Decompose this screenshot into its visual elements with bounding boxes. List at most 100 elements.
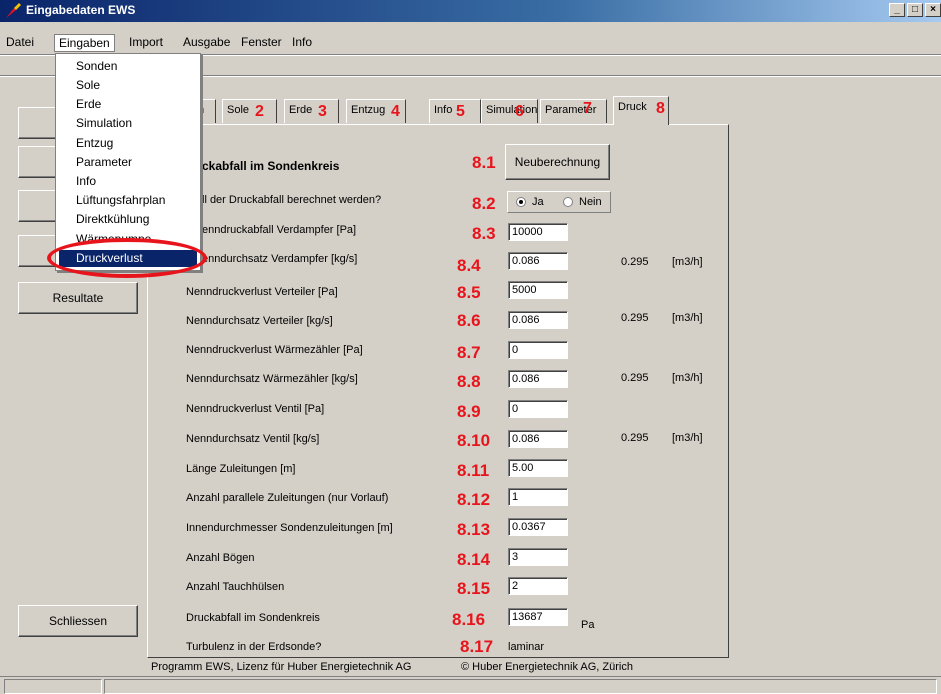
label-nenndurchsatz-waermezaehler: Nenndurchsatz Wärmezähler [kg/s] bbox=[186, 373, 358, 385]
input-nenndruckverlust-verteiler[interactable]: 5000 bbox=[508, 281, 568, 299]
tab-erde[interactable]: Erde bbox=[284, 99, 339, 123]
tab-number: 7 bbox=[583, 100, 592, 117]
input-nenndurchsatz-waermezaehler[interactable]: 0.086 bbox=[508, 370, 568, 388]
radio-nein-label: Nein bbox=[579, 196, 602, 208]
row-number: 8.5 bbox=[457, 283, 481, 302]
highlight-ellipse bbox=[47, 238, 207, 278]
tab-sole[interactable]: Sole bbox=[222, 99, 277, 123]
menu-item-parameter[interactable]: Parameter bbox=[76, 155, 132, 169]
menu-datei[interactable]: Datei bbox=[6, 35, 34, 49]
row-number: 8.3 bbox=[472, 224, 496, 243]
label-innendurchmesser: Innendurchmesser Sondenzuleitungen [m] bbox=[186, 522, 393, 534]
row-number: 8.9 bbox=[457, 402, 481, 421]
menu-item-sonden[interactable]: Sonden bbox=[76, 59, 117, 73]
flow-unit: [m3/h] bbox=[672, 432, 703, 444]
input-nenndurchsatz-verdampfer[interactable]: 0.086 bbox=[508, 252, 568, 270]
section-title: ckabfall im Sondenkreis bbox=[202, 159, 340, 173]
turbulenz-value: laminar bbox=[508, 641, 545, 653]
title-bar: Eingabedaten EWS _ □ × bbox=[0, 0, 941, 22]
minimize-button[interactable]: _ bbox=[889, 3, 905, 17]
menu-item-simulation[interactable]: Simulation bbox=[76, 116, 132, 130]
close-button[interactable]: × bbox=[925, 3, 941, 17]
question-label: ll der Druckabfall berechnet werden? bbox=[202, 194, 382, 206]
resultate-button[interactable]: Resultate bbox=[18, 282, 138, 314]
label-druckabfall-sondenkreis: Druckabfall im Sondenkreis bbox=[186, 612, 320, 624]
input-anzahl-parallele-zuleitungen[interactable]: 1 bbox=[508, 488, 568, 506]
tab-number: 2 bbox=[255, 103, 264, 120]
radio-ja-label: Ja bbox=[532, 196, 544, 208]
input-laenge-zuleitungen[interactable]: 5.00 bbox=[508, 459, 568, 477]
label-nenndurchsatz-verteiler: Nenndurchsatz Verteiler [kg/s] bbox=[186, 315, 333, 327]
row-number: 8.13 bbox=[457, 520, 491, 539]
row-number: 8.11 bbox=[457, 461, 490, 480]
pressure-unit: Pa bbox=[581, 619, 595, 631]
tab-number: 8 bbox=[656, 100, 665, 117]
radio-ja[interactable] bbox=[516, 197, 526, 207]
label-nenndruckverlust-waermezaehler: Nenndruckverlust Wärmezähler [Pa] bbox=[186, 344, 363, 356]
row-number: 8.8 bbox=[457, 372, 481, 391]
row-number: 8.7 bbox=[457, 343, 481, 362]
tab-number: 3 bbox=[318, 103, 327, 120]
input-nenndruckverlust-waermezaehler[interactable]: 0 bbox=[508, 341, 568, 359]
label-nenndurchsatz-ventil: Nenndurchsatz Ventil [kg/s] bbox=[186, 433, 320, 445]
flow-value: 0.295 bbox=[621, 312, 649, 324]
label-laenge-zuleitungen: Länge Zuleitungen [m] bbox=[186, 463, 296, 475]
footer-license: Programm EWS, Lizenz für Huber Energiete… bbox=[151, 661, 412, 673]
input-nenndurchsatz-ventil[interactable]: 0.086 bbox=[508, 430, 568, 448]
app-icon bbox=[6, 3, 21, 18]
label-anzahl-tauchhuelsen: Anzahl Tauchhülsen bbox=[186, 581, 285, 593]
input-anzahl-tauchhuelsen[interactable]: 2 bbox=[508, 577, 568, 595]
menu-item-sole[interactable]: Sole bbox=[76, 78, 100, 92]
row-number: 8.6 bbox=[457, 311, 481, 330]
row-number: 8.1 bbox=[472, 153, 496, 172]
row-number: 8.12 bbox=[457, 490, 491, 509]
output-druckabfall-sondenkreis: 13687 bbox=[508, 608, 568, 626]
tab-simulation[interactable]: Simulation bbox=[481, 99, 538, 123]
menu-fenster[interactable]: Fenster bbox=[241, 35, 282, 49]
tab-number: 5 bbox=[456, 103, 465, 120]
flow-unit: [m3/h] bbox=[672, 312, 703, 324]
menu-ausgabe[interactable]: Ausgabe bbox=[183, 35, 230, 49]
label-anzahl-boegen: Anzahl Bögen bbox=[186, 552, 255, 564]
tab-number: 4 bbox=[391, 103, 400, 120]
menu-item-entzug[interactable]: Entzug bbox=[76, 136, 113, 150]
menu-bar: Datei Eingaben Import Ausgabe Fenster In… bbox=[0, 33, 941, 53]
flow-value: 0.295 bbox=[621, 256, 649, 268]
input-anzahl-boegen[interactable]: 3 bbox=[508, 548, 568, 566]
menu-eingaben[interactable]: Eingaben bbox=[54, 34, 115, 52]
ja-nein-group: Ja Nein bbox=[507, 191, 611, 213]
row-number: 8.15 bbox=[457, 579, 491, 598]
label-nenndruckverlust-ventil: Nenndruckverlust Ventil [Pa] bbox=[186, 403, 325, 415]
menu-item-erde[interactable]: Erde bbox=[76, 97, 101, 111]
label-turbulenz: Turbulenz in der Erdsonde? bbox=[186, 641, 322, 653]
flow-value: 0.295 bbox=[621, 432, 649, 444]
neuberechnung-button[interactable]: Neuberechnung bbox=[505, 144, 610, 180]
menu-item-direktkuehlung[interactable]: Direktkühlung bbox=[76, 212, 149, 226]
input-nenndruckabfall-verdampfer[interactable]: 10000 bbox=[508, 223, 568, 241]
label-nenndruckabfall-verdampfer: enndruckabfall Verdampfer [Pa] bbox=[202, 224, 357, 236]
menu-info[interactable]: Info bbox=[292, 35, 312, 49]
label-nenndruckverlust-verteiler: Nenndruckverlust Verteiler [Pa] bbox=[186, 286, 338, 298]
menu-item-info[interactable]: Info bbox=[76, 174, 96, 188]
tab-number: 6 bbox=[515, 103, 524, 120]
tab-info[interactable]: Info bbox=[429, 99, 481, 123]
tab-parameter[interactable]: Parameter bbox=[540, 99, 607, 123]
maximize-button[interactable]: □ bbox=[907, 3, 923, 17]
flow-value: 0.295 bbox=[621, 372, 649, 384]
flow-unit: [m3/h] bbox=[672, 372, 703, 384]
label-nenndurchsatz-verdampfer: enndurchsatz Verdampfer [kg/s] bbox=[202, 253, 358, 265]
row-number: 8.17 bbox=[460, 637, 494, 656]
row-number: 8.10 bbox=[457, 431, 491, 450]
row-number: 8.16 bbox=[452, 610, 486, 629]
footer-copyright: © Huber Energietechnik AG, Zürich bbox=[461, 661, 633, 673]
schliessen-button[interactable]: Schliessen bbox=[18, 605, 138, 637]
status-bar bbox=[0, 676, 941, 694]
input-innendurchmesser[interactable]: 0.0367 bbox=[508, 518, 568, 536]
menu-item-lueftungsfahrplan[interactable]: Lüftungsfahrplan bbox=[76, 193, 165, 207]
radio-nein[interactable] bbox=[563, 197, 573, 207]
status-cell bbox=[104, 679, 937, 694]
label-anzahl-parallele-zuleitungen: Anzahl parallele Zuleitungen (nur Vorlau… bbox=[186, 492, 389, 504]
menu-import[interactable]: Import bbox=[129, 35, 163, 49]
input-nenndurchsatz-verteiler[interactable]: 0.086 bbox=[508, 311, 568, 329]
input-nenndruckverlust-ventil[interactable]: 0 bbox=[508, 400, 568, 418]
